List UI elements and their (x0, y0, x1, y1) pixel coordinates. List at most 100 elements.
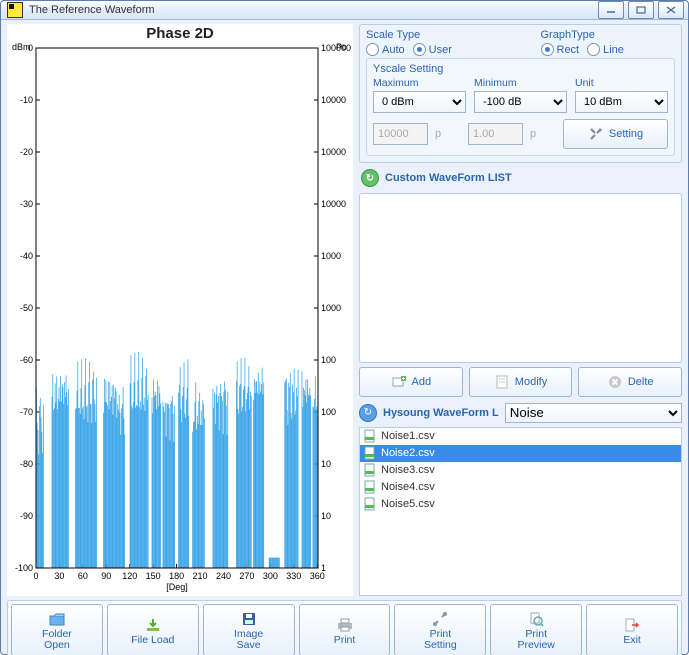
print-setting-icon (432, 609, 448, 629)
svg-text:120: 120 (122, 571, 137, 581)
csv-file-icon (363, 429, 377, 443)
chart-title: Phase 2D (8, 25, 352, 42)
modify-icon (494, 374, 510, 390)
svg-text:dBm: dBm (12, 42, 31, 52)
modify-button[interactable]: Modify (469, 367, 573, 397)
min-label: Minimum (474, 77, 567, 89)
svg-text:Pc: Pc (336, 42, 347, 52)
scale-type-label: Scale Type (366, 29, 501, 41)
unit-label: Unit (575, 77, 668, 89)
app-icon (7, 2, 23, 18)
list-item[interactable]: Noise1.csv (360, 428, 681, 445)
svg-text:300: 300 (263, 571, 278, 581)
svg-text:1000: 1000 (321, 303, 341, 313)
yscale-label: Yscale Setting (373, 63, 668, 75)
radio-line[interactable]: Line (587, 43, 624, 56)
svg-text:-50: -50 (20, 303, 33, 313)
csv-file-icon (363, 497, 377, 511)
add-button[interactable]: Add (359, 367, 463, 397)
svg-text:-100: -100 (15, 563, 33, 573)
app-window: The Reference Waveform Phase 2D 0 -10 -20 -… (0, 0, 689, 655)
csv-file-icon (363, 480, 377, 494)
svg-text:[Deg]: [Deg] (166, 582, 188, 592)
file-name: Noise5.csv (381, 498, 435, 510)
svg-text:-20: -20 (20, 147, 33, 157)
min-dropdown[interactable]: -100 dB (474, 91, 567, 113)
add-icon (391, 374, 407, 390)
svg-text:-30: -30 (20, 199, 33, 209)
list-item[interactable]: Noise3.csv (360, 462, 681, 479)
list-item[interactable]: Noise2.csv (360, 445, 681, 462)
svg-text:10000: 10000 (321, 95, 346, 105)
file-name: Noise2.csv (381, 447, 435, 459)
print-button[interactable]: Print (299, 604, 391, 655)
svg-text:180: 180 (169, 571, 184, 581)
right-input (468, 123, 523, 145)
maximize-button[interactable] (628, 1, 654, 19)
file-name: Noise4.csv (381, 481, 435, 493)
folder-open-button[interactable]: FolderOpen (11, 604, 103, 655)
svg-text:-90: -90 (20, 511, 33, 521)
svg-text:10000: 10000 (321, 199, 346, 209)
svg-text:10000: 10000 (321, 147, 346, 157)
folder-icon (48, 609, 66, 629)
download-icon (145, 615, 161, 635)
custom-list-heading: ↻ Custom WaveForm LIST (359, 167, 682, 189)
save-icon (241, 609, 257, 629)
svg-text:210: 210 (193, 571, 208, 581)
svg-text:240: 240 (216, 571, 231, 581)
exit-button[interactable]: Exit (586, 604, 678, 655)
svg-text:-60: -60 (20, 355, 33, 365)
max-dropdown[interactable]: 0 dBm (373, 91, 466, 113)
hysoung-heading: Hysoung WaveForm L (383, 407, 499, 419)
cycle-icon: ↻ (359, 404, 377, 422)
file-name: Noise3.csv (381, 464, 435, 476)
svg-text:0: 0 (33, 571, 38, 581)
svg-text:10: 10 (321, 511, 331, 521)
max-label: Maximum (373, 77, 466, 89)
svg-text:-10: -10 (20, 95, 33, 105)
minimize-button[interactable] (598, 1, 624, 19)
svg-text:-80: -80 (20, 459, 33, 469)
svg-text:60: 60 (78, 571, 88, 581)
exit-icon (624, 615, 640, 635)
bottom-toolbar: FolderOpen File Load ImageSave Print Pri… (7, 600, 682, 655)
unit-dropdown[interactable]: 10 dBm (575, 91, 668, 113)
list-item[interactable]: Noise4.csv (360, 479, 681, 496)
waveform-file-list[interactable]: Noise1.csv Noise2.csv Noise3.csv Noise4.csv… (359, 427, 682, 597)
window-title: The Reference Waveform (29, 4, 594, 16)
delete-button[interactable]: Delte (578, 367, 682, 397)
csv-file-icon (363, 446, 377, 460)
chart-panel: Phase 2D 0 -10 -20 -30 -40 -50 -60 -70 -80 -90 -10… (7, 24, 353, 596)
radio-user[interactable]: User (413, 43, 452, 56)
setting-button[interactable]: Setting (563, 119, 668, 149)
svg-text:360: 360 (310, 571, 325, 581)
tools-icon (588, 126, 604, 142)
svg-text:270: 270 (239, 571, 254, 581)
radio-rect[interactable]: Rect (541, 43, 580, 56)
image-save-button[interactable]: ImageSave (203, 604, 295, 655)
chart-plot: 0-10-20-30-40-50-60-70-80-90-10010000010… (8, 42, 352, 596)
delete-icon (607, 374, 623, 390)
yscale-group: Yscale Setting Maximum 0 dBm Minimum -10… (366, 58, 675, 156)
svg-text:1000: 1000 (321, 251, 341, 261)
file-name: Noise1.csv (381, 430, 435, 442)
radio-auto[interactable]: Auto (366, 43, 405, 56)
left-input (373, 123, 428, 145)
titlebar[interactable]: The Reference Waveform (1, 1, 688, 20)
svg-text:-40: -40 (20, 251, 33, 261)
preview-icon (528, 609, 544, 629)
waveform-type-dropdown[interactable]: Noise (505, 403, 682, 423)
print-preview-button[interactable]: PrintPreview (490, 604, 582, 655)
svg-text:-70: -70 (20, 407, 33, 417)
list-item[interactable]: Noise5.csv (360, 496, 681, 513)
custom-list-pane[interactable] (359, 193, 682, 363)
refresh-icon: ↻ (361, 169, 379, 187)
scale-graph-group: Scale Type Auto User GraphType Rect Line (359, 24, 682, 163)
file-load-button[interactable]: File Load (107, 604, 199, 655)
close-button[interactable] (658, 1, 684, 19)
graph-type-label: GraphType (541, 29, 676, 41)
svg-text:100: 100 (321, 407, 336, 417)
print-setting-button[interactable]: PrintSetting (394, 604, 486, 655)
settings-column: Scale Type Auto User GraphType Rect Line (359, 24, 682, 596)
